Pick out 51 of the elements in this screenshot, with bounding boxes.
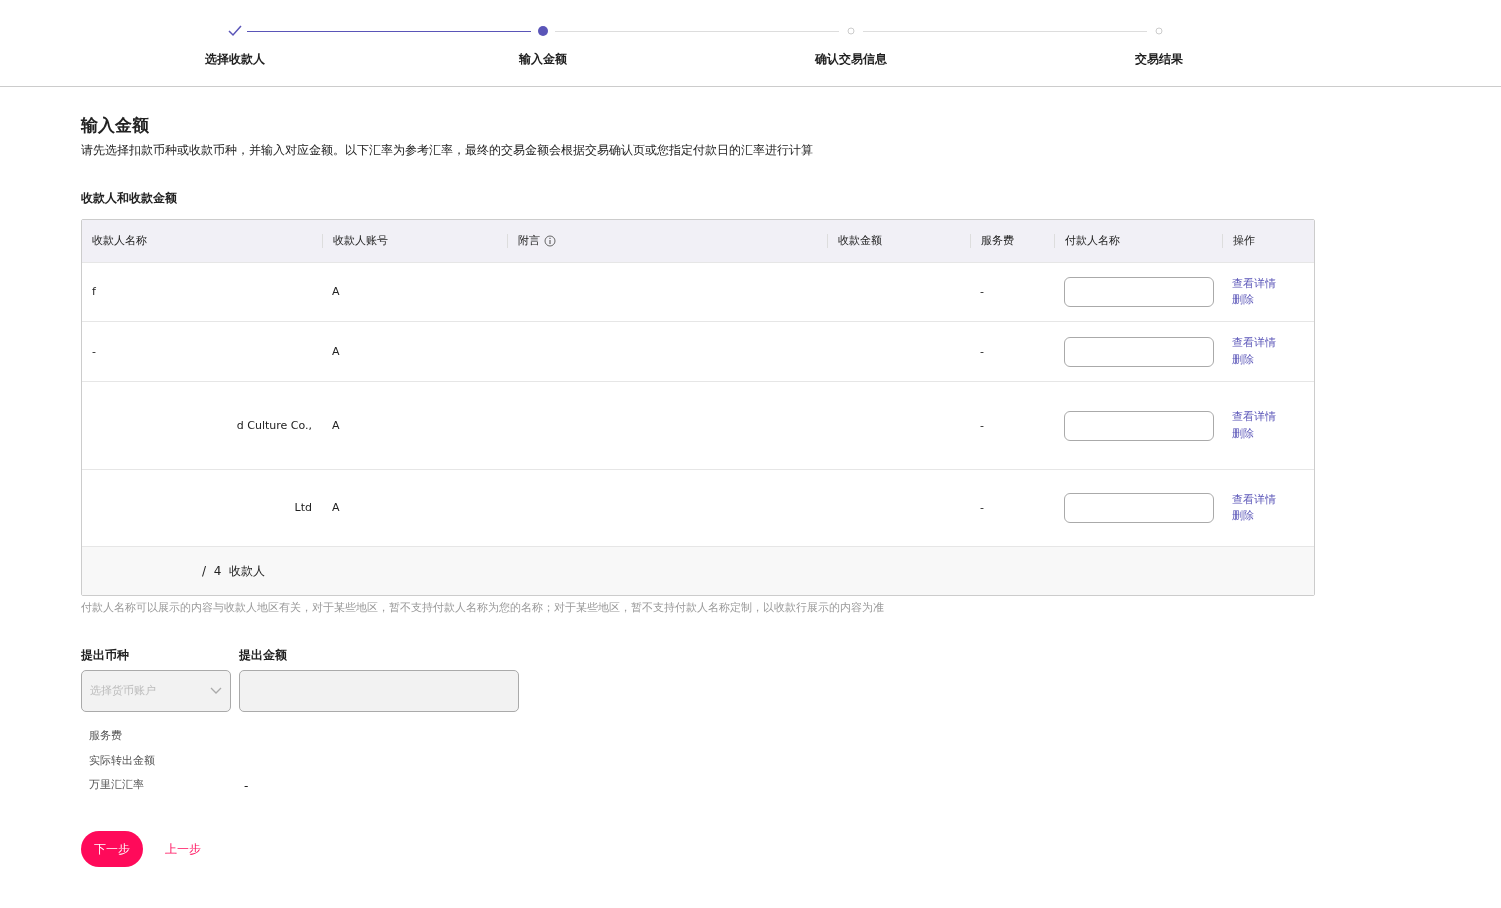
recipient-name: -	[92, 344, 96, 358]
summary-label: 万里汇汇率	[89, 777, 145, 794]
step-label: 选择收款人	[205, 51, 265, 68]
account-number: A	[332, 285, 340, 299]
summary-value: -	[244, 778, 249, 796]
payer-note: 付款人名称可以展示的内容与收款人地区有关，对于某些地区，暂不支持付款人名称为您的名称；对于某些地区，暂不支持付款人名称定制，以收款行展示的内容为准	[81, 600, 884, 616]
detail-link[interactable]: 查看详情	[1232, 491, 1276, 507]
account-number: A	[332, 418, 340, 432]
recipient-name: f	[92, 285, 96, 299]
payer-select[interactable]	[1064, 493, 1214, 524]
amount-field[interactable]	[239, 670, 519, 713]
step-label: 确认交易信息	[815, 51, 887, 68]
account-number: A	[332, 501, 340, 515]
detail-link[interactable]: 查看详情	[1232, 409, 1276, 425]
next-button[interactable]: 下一步	[81, 831, 143, 868]
section-title: 收款人和收款金额	[81, 190, 177, 208]
service-fee: -	[980, 418, 984, 432]
summary-label: 实际转出金额	[89, 752, 156, 769]
column-header: 操作	[1233, 234, 1255, 249]
account-number: A	[332, 344, 340, 358]
detail-link[interactable]: 查看详情	[1232, 275, 1276, 291]
delete-link[interactable]: 删除	[1232, 508, 1254, 524]
field-label: 提出金额	[239, 647, 287, 665]
column-header: 收款人账号	[333, 234, 388, 249]
chevron-down-icon	[210, 687, 222, 696]
column-header: 附言	[518, 234, 540, 249]
payer-select[interactable]	[1064, 336, 1214, 367]
service-fee: -	[980, 501, 984, 515]
step-label: 交易结果	[1135, 51, 1183, 68]
summary-label: 服务费	[89, 728, 123, 745]
recipient-count: / 4 收款人	[202, 563, 265, 581]
detail-link[interactable]: 查看详情	[1232, 335, 1276, 351]
payer-select[interactable]	[1064, 410, 1214, 441]
delete-link[interactable]: 删除	[1232, 351, 1254, 367]
delete-link[interactable]: 删除	[1232, 292, 1254, 308]
info-icon[interactable]	[544, 235, 556, 248]
column-header: 付款人名称	[1065, 234, 1120, 249]
column-header: 收款金额	[838, 234, 882, 249]
page-title: 输入金额	[81, 115, 150, 136]
service-fee: -	[980, 285, 984, 299]
column-header: 服务费	[981, 234, 1014, 249]
step-label: 输入金额	[519, 51, 567, 68]
payer-select[interactable]	[1064, 277, 1214, 308]
description: 请先选择扣款币种或收款币种，并输入对应金额。以下汇率为参考汇率，最终的交易金额会根据交易确认页或您指定付款日的汇率进行计算	[81, 142, 814, 160]
column-header: 收款人名称	[92, 234, 147, 249]
delete-link[interactable]: 删除	[1232, 425, 1254, 441]
service-fee: -	[980, 344, 984, 358]
back-button[interactable]: 上一步	[159, 839, 207, 860]
field-label: 提出币种	[81, 647, 129, 665]
recipient-name: d Culture Co.,	[236, 418, 312, 432]
recipient-name: Ltd	[294, 501, 312, 515]
